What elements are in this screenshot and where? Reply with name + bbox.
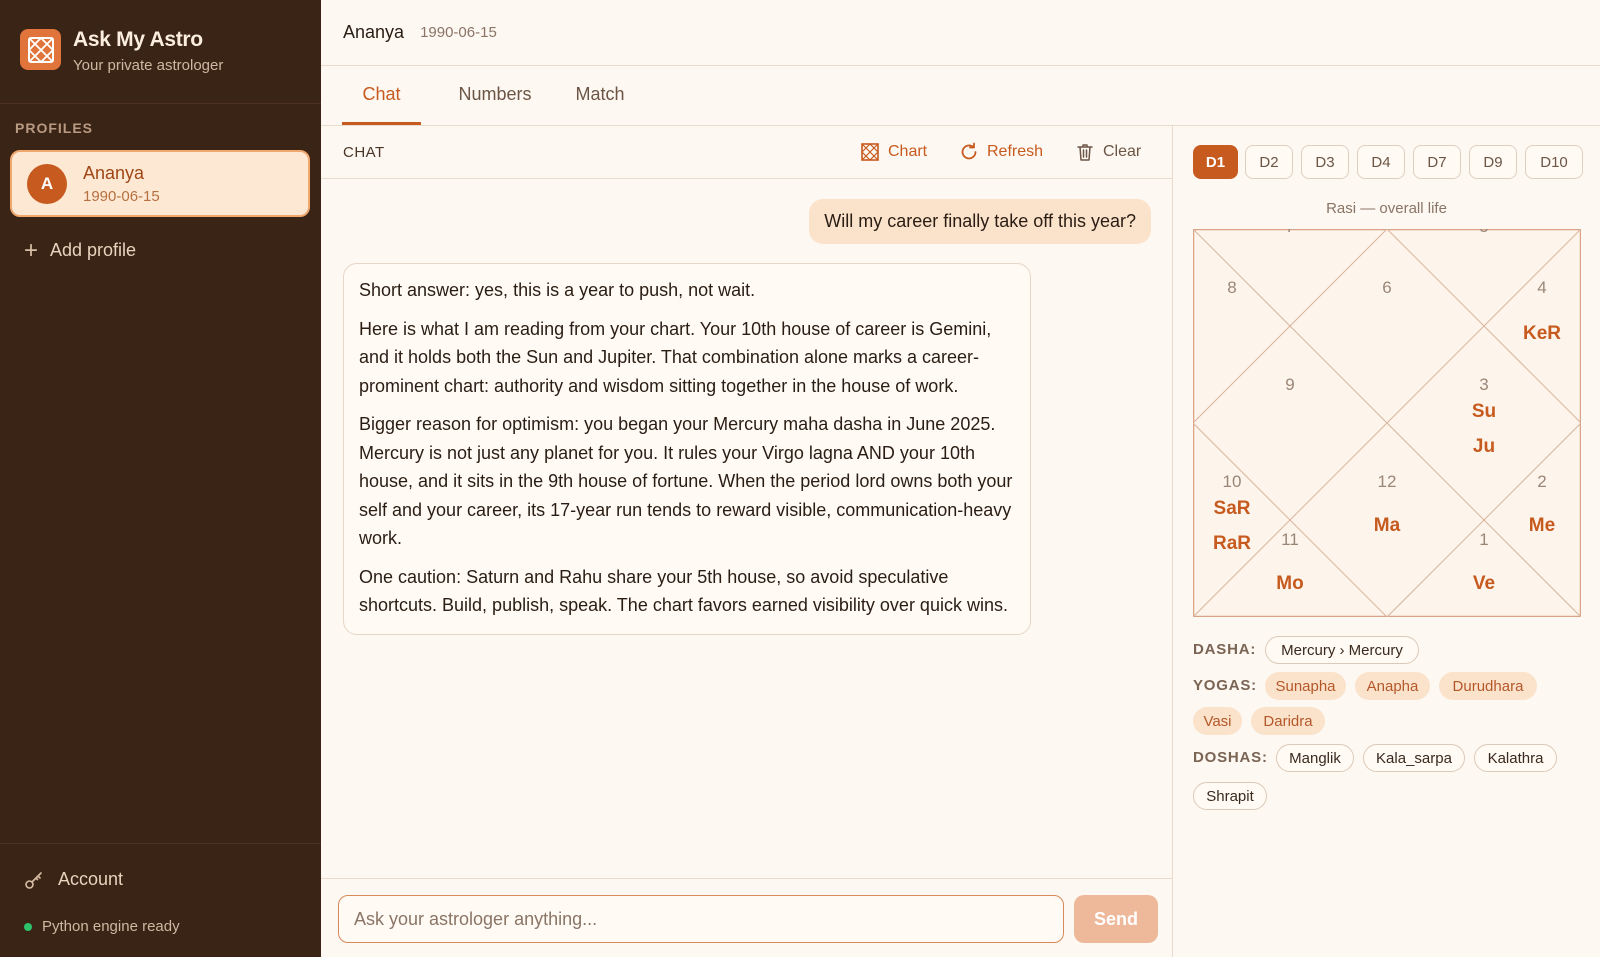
avatar: A — [27, 163, 67, 204]
house-number: 6 — [1382, 278, 1391, 297]
assistant-paragraph: Bigger reason for optimism: you began yo… — [359, 414, 1013, 548]
user-message: Will my career finally take off this yea… — [809, 199, 1151, 244]
assistant-paragraph: Here is what I am reading from your char… — [359, 318, 992, 396]
add-profile-label: Add profile — [50, 240, 137, 260]
divider — [0, 843, 321, 844]
account-label: Account — [58, 869, 124, 889]
planet-label: RaR — [1213, 533, 1251, 554]
profile-date: 1990-06-15 — [83, 187, 160, 205]
tab-match[interactable]: Match — [566, 66, 634, 125]
plus-icon: + — [24, 236, 39, 264]
chart-tab-d7[interactable]: D7 — [1413, 145, 1461, 179]
house-number: 9 — [1285, 375, 1294, 394]
refresh-button-label: Refresh — [987, 143, 1044, 160]
dosha-chip: Kalathra — [1474, 744, 1557, 772]
panel-divider — [1172, 126, 1173, 957]
chart-icon — [861, 143, 879, 161]
chart-tab-d2[interactable]: D2 — [1245, 145, 1293, 179]
engine-status-text: Python engine ready — [42, 918, 180, 935]
house-number: 7 — [1285, 229, 1294, 236]
chart-tab-d3[interactable]: D3 — [1301, 145, 1349, 179]
house-number: 4 — [1537, 278, 1546, 297]
house-number: 2 — [1537, 472, 1546, 491]
add-profile-button[interactable]: + Add profile — [24, 236, 137, 264]
dasha-chip: Mercury › Mercury — [1265, 636, 1419, 664]
dosha-chip: Shrapit — [1193, 782, 1267, 810]
chart-button-label: Chart — [888, 143, 928, 160]
house-number: 10 — [1223, 472, 1242, 491]
app-tagline: Your private astrologer — [73, 57, 224, 74]
account-button[interactable]: Account — [24, 869, 123, 890]
key-icon — [25, 871, 42, 889]
planet-label: KeR — [1523, 323, 1561, 344]
planet-label: Me — [1529, 515, 1555, 536]
clear-button[interactable]: Clear — [1075, 139, 1141, 165]
send-button[interactable]: Send — [1074, 895, 1158, 943]
planet-label: Mo — [1276, 573, 1303, 594]
doshas-label: DOSHAS: — [1193, 749, 1268, 766]
trash-icon — [1077, 144, 1093, 161]
house-number: 12 — [1378, 472, 1397, 491]
chart-tab-d1[interactable]: D1 — [1193, 145, 1238, 179]
planet-label: SaR — [1214, 498, 1251, 519]
dosha-chip: Manglik — [1276, 744, 1354, 772]
profile-item-ananya[interactable]: A Ananya 1990-06-15 — [10, 150, 310, 217]
chart-tab-d9[interactable]: D9 — [1469, 145, 1517, 179]
composer: Send — [321, 878, 1172, 957]
house-number: 11 — [1281, 530, 1299, 549]
divider — [0, 103, 321, 104]
profiles-label: PROFILES — [15, 120, 94, 136]
house-number: 8 — [1227, 278, 1236, 297]
yogas-label: YOGAS: — [1193, 677, 1257, 694]
house-number: 3 — [1479, 375, 1488, 394]
brand: Ask My Astro Your private astrologer — [20, 28, 223, 74]
yoga-chip: Sunapha — [1265, 672, 1346, 700]
tab-numbers[interactable]: Numbers — [445, 66, 545, 125]
refresh-icon — [961, 142, 977, 160]
tab-chat[interactable]: Chat — [342, 66, 421, 125]
planet-label: Ve — [1473, 573, 1495, 594]
chart-caption: Rasi — overall life — [1326, 200, 1447, 217]
yoga-chip: Anapha — [1355, 672, 1430, 700]
profile-name: Ananya — [83, 162, 145, 183]
yoga-chip: Durudhara — [1439, 672, 1537, 700]
profile-header: Ananya 1990-06-15 — [321, 0, 1600, 66]
sidebar: Ask My Astro Your private astrologer PRO… — [0, 0, 321, 957]
chat-label: CHAT — [343, 144, 385, 161]
chat-toolbar: CHAT Chart Refresh Clear — [321, 126, 1172, 179]
logo-icon — [20, 29, 61, 70]
dosha-chip: Kala_sarpa — [1363, 744, 1465, 772]
house-number: 5 — [1479, 229, 1488, 236]
planet-label: Su — [1472, 401, 1496, 422]
engine-status: Python engine ready — [24, 918, 180, 935]
planet-label: Ju — [1473, 436, 1495, 457]
header-name: Ananya — [343, 22, 405, 42]
birth-chart[interactable]: 7 5 8 6 4 KeR 9 3 Su Ju 10 SaR RaR 12 Ma… — [1193, 229, 1581, 617]
app-title: Ask My Astro — [73, 28, 203, 51]
chart-tab-d10[interactable]: D10 — [1525, 145, 1583, 179]
yoga-chip: Vasi — [1193, 707, 1242, 735]
status-dot — [24, 922, 32, 931]
tab-bar: Chat Numbers Match — [321, 66, 1600, 126]
header-date: 1990-06-15 — [420, 24, 497, 41]
chart-button[interactable]: Chart — [860, 139, 927, 165]
dasha-label: DASHA: — [1193, 641, 1257, 658]
message-input[interactable] — [338, 895, 1064, 943]
refresh-button[interactable]: Refresh — [959, 139, 1043, 165]
assistant-message: Short answer: yes, this is a year to pus… — [343, 263, 1031, 635]
yoga-chip: Daridra — [1251, 707, 1325, 735]
chart-tab-d4[interactable]: D4 — [1357, 145, 1405, 179]
clear-button-label: Clear — [1103, 143, 1142, 160]
assistant-paragraph: One caution: Saturn and Rahu share your … — [359, 566, 1008, 616]
planet-label: Ma — [1374, 515, 1401, 536]
house-number: 1 — [1479, 530, 1488, 549]
assistant-paragraph: Short answer: yes, this is a year to pus… — [359, 280, 756, 300]
